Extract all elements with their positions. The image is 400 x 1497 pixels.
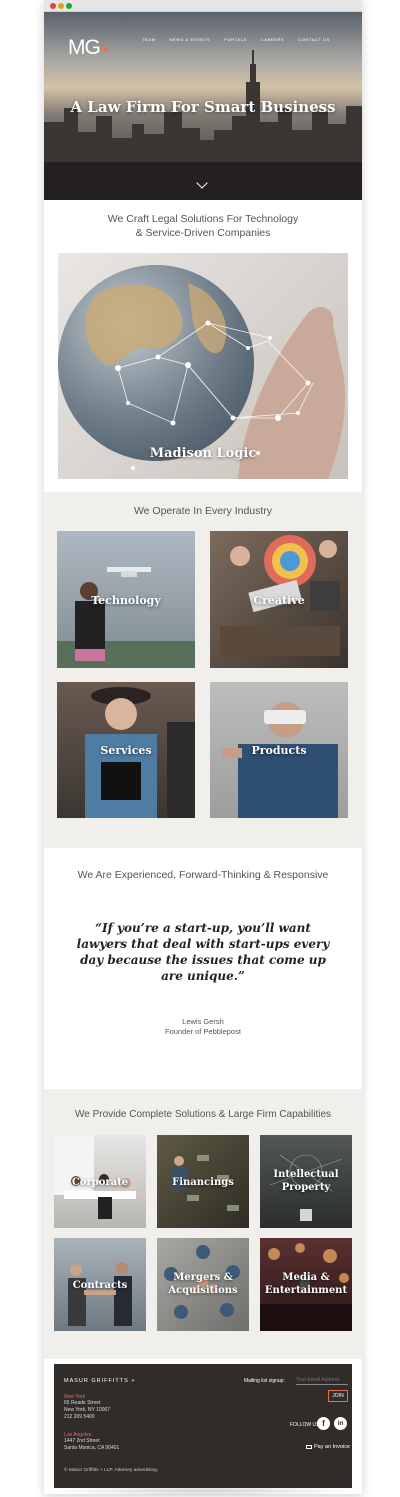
close-window-dot[interactable] [50, 3, 56, 9]
testimonial-heading: We Are Experienced, Forward-Thinking & R… [77, 869, 329, 881]
browser-window: MG+ TEAM NEWS & EVENTS PORTALS CAREERS C… [44, 0, 362, 1494]
intro-heading-line2: & Service-Driven Companies [135, 227, 271, 239]
capability-tile-mergers-acquisitions[interactable]: Mergers & Acquisitions [157, 1238, 249, 1331]
industry-tile-products[interactable]: Products [210, 682, 348, 818]
capability-tile-contracts[interactable]: Contracts [54, 1238, 146, 1331]
nav-item-team[interactable]: TEAM [142, 37, 156, 42]
nav-item-contact-us[interactable]: CONTACT US [298, 37, 330, 42]
follow-us-label: FOLLOW US [290, 1422, 320, 1428]
capability-tile-corporate[interactable]: Corporate [54, 1135, 146, 1228]
office-address-line: 65 Reade Street [64, 1400, 101, 1406]
hero-title: A Law Firm For Smart Business [70, 98, 336, 116]
office-address-line: New York, NY 10007 [64, 1407, 111, 1413]
capability-tile-intellectual-property[interactable]: Intellectual Property [260, 1135, 352, 1228]
capability-tile-label: Financings [172, 1177, 234, 1188]
industry-tile-label: Creative [253, 594, 305, 607]
featured-client-title: Madison Logic [149, 446, 257, 461]
linkedin-icon[interactable]: in [334, 1417, 347, 1430]
page-shadow [50, 1486, 356, 1496]
site-logo[interactable]: MG+ [68, 36, 109, 60]
testimonial-quote: “If you’re a start-up, you’ll want lawye… [76, 921, 330, 983]
nav-item-portals[interactable]: PORTALS [224, 37, 247, 42]
copyright-text: © Masur Griffitts + LLP. Attorney advert… [64, 1468, 159, 1473]
industry-tile-creative[interactable]: Creative [210, 531, 348, 668]
capability-tile-label: Media & Entertainment [264, 1272, 348, 1296]
join-button[interactable]: JOIN [328, 1390, 348, 1402]
intro-heading-line1: We Craft Legal Solutions For Technology [107, 213, 299, 225]
browser-chrome [44, 0, 362, 12]
minimize-window-dot[interactable] [58, 3, 64, 9]
capabilities-heading: We Provide Complete Solutions & Large Fi… [74, 1109, 332, 1120]
maximize-window-dot[interactable] [66, 3, 72, 9]
capability-tile-label: Corporate [71, 1177, 129, 1188]
credit-card-icon [306, 1444, 312, 1449]
footer-brand[interactable]: MASUR GRIFFITTS + [64, 1378, 136, 1384]
industry-tile-label: Technology [91, 594, 161, 607]
testimonial-role: Founder of Pebblepost [165, 1027, 241, 1036]
hero-banner: MG+ TEAM NEWS & EVENTS PORTALS CAREERS C… [44, 12, 362, 200]
pay-invoice-link[interactable]: Pay an Invoice [306, 1444, 350, 1450]
featured-client-card[interactable]: Madison Logic [58, 253, 348, 479]
capability-tile-media-entertainment[interactable]: Media & Entertainment [260, 1238, 352, 1331]
industries-heading: We Operate In Every Industry [133, 505, 273, 517]
capability-tile-label: Mergers & Acquisitions [168, 1272, 238, 1296]
mailing-list-label: Mailing list signup: [244, 1378, 285, 1384]
industry-tile-label: Products [251, 744, 307, 757]
office-address-line: 1447 2nd Street [64, 1438, 100, 1444]
industry-tile-technology[interactable]: Technology [57, 531, 195, 668]
facebook-icon[interactable]: f [317, 1417, 330, 1430]
nav-item-news-events[interactable]: NEWS & EVENTS [170, 37, 211, 42]
office-phone[interactable]: 212 209 5400 [64, 1414, 95, 1421]
site-footer: MASUR GRIFFITTS + New York 65 Reade Stre… [54, 1364, 352, 1488]
testimonial-name: Lewis Gersh [182, 1017, 224, 1026]
main-nav: TEAM NEWS & EVENTS PORTALS CAREERS CONTA… [142, 37, 330, 42]
capability-tile-label: Intellectual Property [273, 1169, 339, 1193]
industry-tile-services[interactable]: Services [57, 682, 195, 818]
nav-item-careers[interactable]: CAREERS [261, 37, 285, 42]
email-field[interactable] [296, 1376, 348, 1385]
capability-tile-financings[interactable]: Financings [157, 1135, 249, 1228]
office-address-line: Santa Monica, CA 90401 [64, 1445, 120, 1451]
capability-tile-label: Contracts [72, 1280, 128, 1291]
industry-tile-label: Services [100, 744, 152, 757]
